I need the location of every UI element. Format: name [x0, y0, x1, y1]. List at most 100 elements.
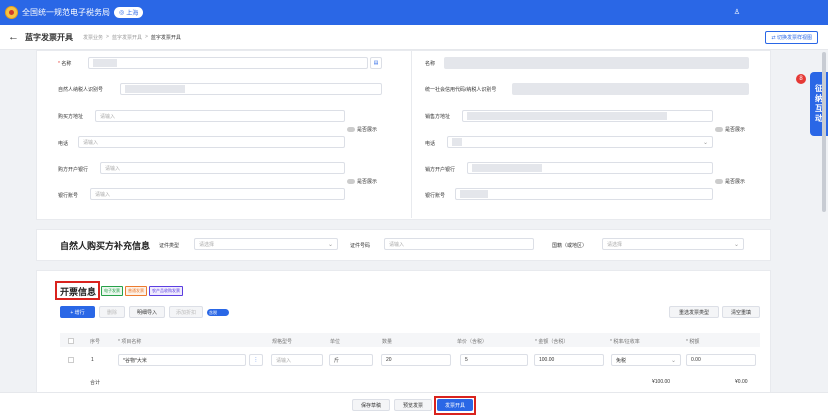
seller-show-toggle-2[interactable]: 是否展示 [715, 178, 745, 185]
qty-input[interactable]: 20 [381, 354, 451, 366]
col-seq: 序号 [90, 339, 101, 345]
buyer-phone-input[interactable]: 请输入 [78, 136, 345, 148]
total-tax: ¥0.00 [735, 379, 748, 385]
col-amount: * 金额（含税） [535, 339, 569, 345]
buyer-name-input[interactable] [88, 57, 368, 69]
seller-name-input [444, 57, 749, 69]
unit-value: 斤 [334, 357, 340, 364]
save-draft-button[interactable]: 保存草稿 [352, 399, 390, 411]
switch-view-label: 切换发票样视图 [776, 35, 812, 41]
add-row-button[interactable]: + 增行 [60, 306, 95, 318]
chevron-down-icon: ⌄ [327, 241, 333, 248]
natural-id-input[interactable] [120, 83, 382, 95]
buyer-bank-label: 购方开户银行 [58, 167, 89, 173]
buyer-address-placeholder: 请输入 [100, 113, 116, 120]
reselect-type-button[interactable]: 重选发票类型 [669, 306, 719, 318]
buyer-show-toggle-2[interactable]: 是否展示 [347, 178, 377, 185]
show-label: 是否展示 [725, 179, 746, 185]
seller-phone-select[interactable]: ⌄ [447, 136, 713, 148]
id-number-input[interactable]: 请输入 [384, 238, 534, 250]
seller-bank-input[interactable] [467, 162, 713, 174]
price-input[interactable]: 5 [460, 354, 528, 366]
tax-amount-value: 0.00 [691, 357, 701, 363]
show-label: 是否展示 [725, 127, 746, 133]
id-number-placeholder: 请输入 [389, 241, 405, 248]
id-type-placeholder: 请选择 [199, 241, 215, 248]
buyer-address-input[interactable]: 请输入 [95, 110, 345, 122]
toggle-switch[interactable] [347, 179, 355, 184]
crumb-current: 蓝字发票开具 [150, 34, 181, 41]
seller-bank-label: 销方开户银行 [425, 167, 456, 173]
item-name-input[interactable]: *谷物*大米 [118, 354, 246, 366]
tax-rate-select[interactable]: 免税 ⌄ [611, 354, 681, 366]
notification-badge: 8 [796, 74, 806, 84]
preview-button[interactable]: 预览发票 [394, 399, 432, 411]
tag-normal: 普通发票 [125, 286, 147, 296]
buyer-account-input[interactable]: 请输入 [90, 188, 345, 200]
toggle-switch[interactable] [715, 179, 723, 184]
col-tax: * 税额 [686, 339, 700, 345]
breadcrumb: 发票业务 > 蓝字发票开具 > 蓝字发票开具 [83, 34, 181, 41]
toggle-switch[interactable] [715, 127, 723, 132]
spec-input[interactable]: 请输入 [271, 354, 323, 366]
back-arrow-icon[interactable]: ← [8, 31, 19, 43]
col-qty: 数量 [382, 339, 393, 345]
scrollbar[interactable] [822, 52, 826, 212]
buyer-bank-input[interactable]: 请输入 [100, 162, 345, 174]
id-type-select[interactable]: 请选择 ⌄ [194, 238, 338, 250]
region-switch[interactable]: ◎ 上海 [114, 7, 144, 18]
row-seq: 1 [91, 357, 94, 363]
select-all-checkbox[interactable] [68, 338, 74, 344]
clear-button[interactable]: 清空重填 [722, 306, 760, 318]
site-title: 全国统一规范电子税务局 [22, 8, 110, 17]
page-title: 蓝字发票开具 [25, 32, 73, 42]
add-discount-button[interactable]: 添加折扣 [169, 306, 203, 318]
tax-inclusive-switch[interactable]: 含税 [207, 309, 229, 316]
toggle-switch[interactable] [347, 127, 355, 132]
tax-amount-input[interactable]: 0.00 [686, 354, 756, 366]
import-detail-button[interactable]: 明细导入 [129, 306, 165, 318]
location-icon: ◎ [119, 10, 125, 16]
seller-account-input[interactable] [455, 188, 713, 200]
seller-account-label: 银行账号 [425, 193, 446, 199]
chevron-down-icon: ⌄ [702, 139, 708, 146]
table-header [60, 333, 760, 347]
seller-credit-label: 统一社会信用代码/纳税人识别号 [425, 87, 497, 93]
tax-inclusive-toggle[interactable]: 含税 [207, 309, 229, 316]
buyer-bank-placeholder: 请输入 [105, 165, 121, 172]
country-select[interactable]: 请选择 ⌄ [602, 238, 744, 250]
buyer-phone-placeholder: 请输入 [83, 139, 99, 146]
show-label: 是否展示 [357, 179, 378, 185]
item-name-value: *谷物*大米 [123, 357, 147, 364]
buyer-lookup-icon[interactable]: ▤ [370, 57, 382, 69]
seller-credit-input [512, 83, 749, 95]
switch-view-button[interactable]: ⇄ 切换发票样视图 [765, 31, 818, 44]
total-amount: ¥100.00 [652, 379, 671, 385]
user-icon[interactable]: ♙ [734, 8, 740, 16]
qty-value: 20 [386, 357, 392, 363]
col-spec: 规格型号 [272, 339, 293, 345]
col-name: * 项目名称 [118, 339, 142, 345]
unit-input[interactable]: 斤 [329, 354, 373, 366]
amount-value: 100.00 [539, 357, 555, 363]
seller-show-toggle-1[interactable]: 是否展示 [715, 126, 745, 133]
buyer-account-label: 银行账号 [58, 193, 79, 199]
delete-button[interactable]: 删除 [99, 306, 125, 318]
crumb-blue-invoice[interactable]: 蓝字发票开具 [112, 34, 142, 41]
crumb-invoice-business[interactable]: 发票业务 [83, 34, 103, 41]
buyer-name-label: 名称 [58, 60, 71, 67]
col-price: 单价（含税） [457, 339, 488, 345]
id-number-label: 证件号码 [350, 243, 371, 249]
more-icon[interactable]: ⋮ [249, 354, 263, 366]
seller-address-input[interactable] [462, 110, 713, 122]
buyer-phone-label: 电话 [58, 141, 69, 147]
highlight-box [434, 396, 476, 415]
amount-input[interactable]: 100.00 [534, 354, 604, 366]
row-checkbox[interactable] [68, 357, 74, 363]
highlight-box [55, 281, 100, 300]
total-label: 合计 [90, 380, 101, 386]
buyer-show-toggle-1[interactable]: 是否展示 [347, 126, 377, 133]
country-placeholder: 请选择 [607, 241, 623, 248]
seller-bank-value [472, 164, 542, 172]
buyer-address-label: 购买方地址 [58, 114, 84, 120]
